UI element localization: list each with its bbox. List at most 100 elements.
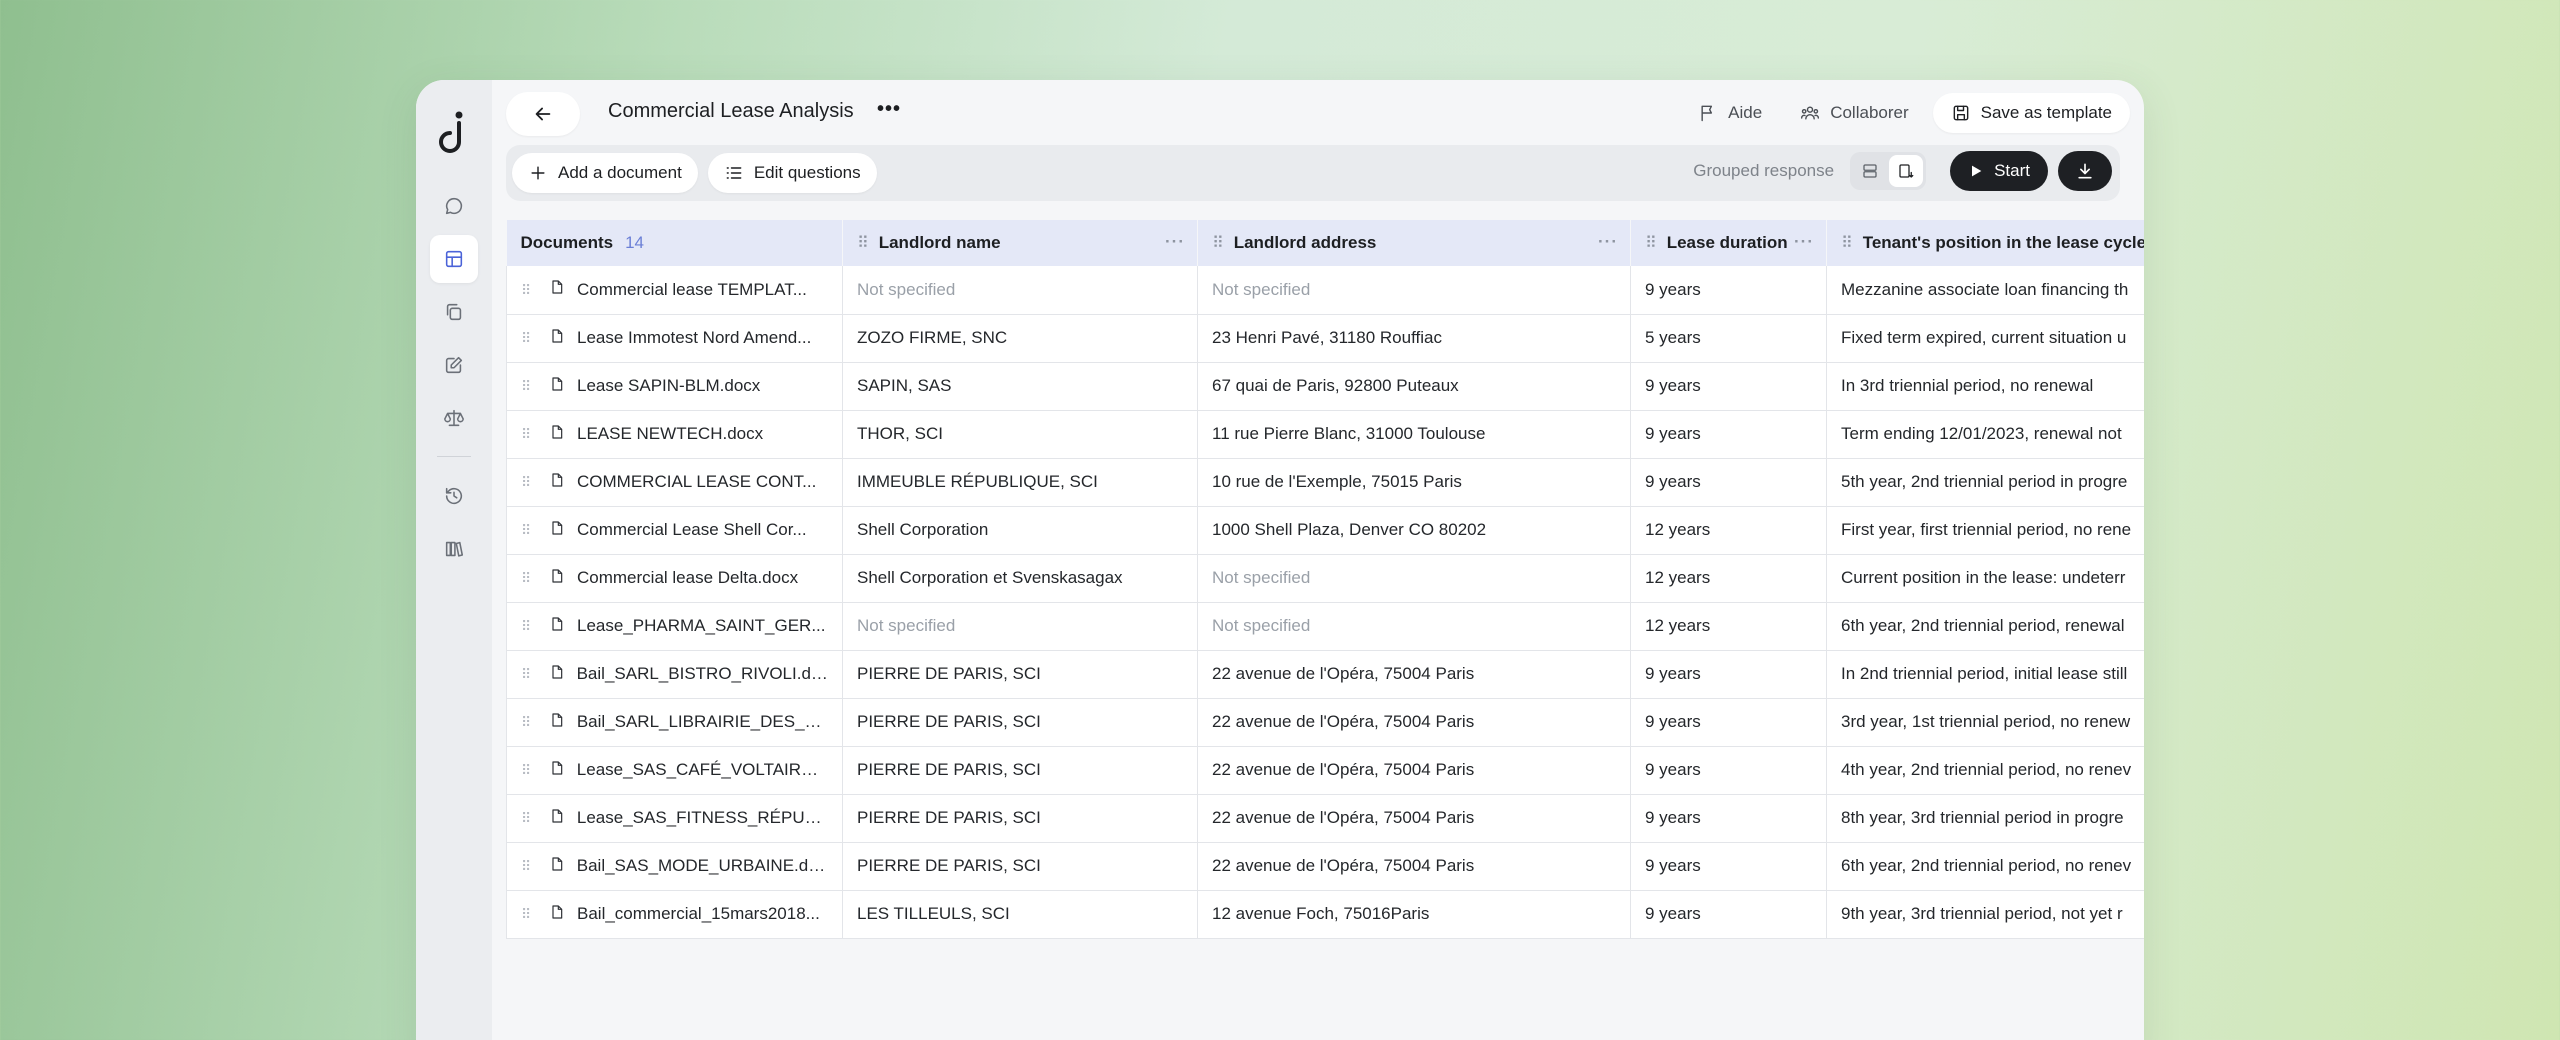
table-row[interactable]: ⠿ Lease_PHARMA_SAINT_GER... Not specified N…: [506, 602, 2144, 651]
column-header-lease-duration[interactable]: ⠿ Lease duration ···: [1630, 220, 1827, 266]
tenant-position-cell[interactable]: 6th year, 2nd triennial period, no renev: [1826, 842, 2144, 891]
document-cell[interactable]: ⠿ Lease SAPIN-BLM.docx: [506, 362, 843, 411]
landlord-address-cell[interactable]: Not specified: [1197, 554, 1631, 603]
lease-duration-cell[interactable]: 9 years: [1630, 266, 1827, 315]
tenant-position-cell[interactable]: 9th year, 3rd triennial period, not yet …: [1826, 890, 2144, 939]
table-row[interactable]: ⠿ Lease_SAS_FITNESS_RÉPUB... PIERRE DE PAR…: [506, 794, 2144, 843]
landlord-address-cell[interactable]: 10 rue de l'Exemple, 75015 Paris: [1197, 458, 1631, 507]
row-drag-handle-icon[interactable]: ⠿: [521, 715, 537, 729]
table-row[interactable]: ⠿ Bail_commercial_15mars2018... LES TILLEU…: [506, 890, 2144, 939]
document-cell[interactable]: ⠿ Bail_SARL_BISTRO_RIVOLI.do...: [506, 650, 843, 699]
column-header-documents[interactable]: Documents 14: [506, 220, 843, 266]
download-button[interactable]: [2058, 151, 2112, 191]
tenant-position-cell[interactable]: In 3rd triennial period, no renewal: [1826, 362, 2144, 411]
landlord-name-cell[interactable]: IMMEUBLE RÉPUBLIQUE, SCI: [842, 458, 1198, 507]
row-drag-handle-icon[interactable]: ⠿: [521, 907, 537, 921]
landlord-name-cell[interactable]: Not specified: [842, 602, 1198, 651]
lease-duration-cell[interactable]: 9 years: [1630, 794, 1827, 843]
table-row[interactable]: ⠿ Bail_SARL_LIBRAIRIE_DES_H... PIERRE DE P…: [506, 698, 2144, 747]
document-cell[interactable]: ⠿ LEASE NEWTECH.docx: [506, 410, 843, 459]
table-row[interactable]: ⠿ Lease_SAS_CAFÉ_VOLTAIRE.... PIERRE DE PA…: [506, 746, 2144, 795]
column-menu-icon[interactable]: ···: [1794, 232, 1814, 252]
rail-table-button[interactable]: [430, 235, 478, 283]
row-drag-handle-icon[interactable]: ⠿: [521, 811, 537, 825]
column-header-landlord-address[interactable]: ⠿ Landlord address ···: [1197, 220, 1631, 266]
lease-duration-cell[interactable]: 9 years: [1630, 458, 1827, 507]
add-document-button[interactable]: Add a document: [512, 153, 698, 193]
tenant-position-cell[interactable]: 5th year, 2nd triennial period in progre: [1826, 458, 2144, 507]
grouped-view-button[interactable]: [1889, 155, 1924, 187]
rail-scale-button[interactable]: [430, 394, 478, 442]
tenant-position-cell[interactable]: 6th year, 2nd triennial period, renewal: [1826, 602, 2144, 651]
landlord-address-cell[interactable]: 11 rue Pierre Blanc, 31000 Toulouse: [1197, 410, 1631, 459]
lease-duration-cell[interactable]: 12 years: [1630, 602, 1827, 651]
landlord-name-cell[interactable]: LES TILLEULS, SCI: [842, 890, 1198, 939]
landlord-name-cell[interactable]: PIERRE DE PARIS, SCI: [842, 650, 1198, 699]
start-button[interactable]: Start: [1950, 151, 2048, 191]
app-logo[interactable]: [428, 106, 480, 158]
document-cell[interactable]: ⠿ Lease_SAS_FITNESS_RÉPUB...: [506, 794, 843, 843]
row-drag-handle-icon[interactable]: ⠿: [521, 571, 537, 585]
table-row[interactable]: ⠿ Bail_SAS_MODE_URBAINE.do... PIERRE DE PA…: [506, 842, 2144, 891]
landlord-name-cell[interactable]: THOR, SCI: [842, 410, 1198, 459]
lease-duration-cell[interactable]: 9 years: [1630, 410, 1827, 459]
landlord-address-cell[interactable]: 1000 Shell Plaza, Denver CO 80202: [1197, 506, 1631, 555]
lease-duration-cell[interactable]: 9 years: [1630, 890, 1827, 939]
landlord-address-cell[interactable]: 22 avenue de l'Opéra, 75004 Paris: [1197, 746, 1631, 795]
rows-view-button[interactable]: [1853, 155, 1887, 187]
row-drag-handle-icon[interactable]: ⠿: [521, 619, 537, 633]
document-cell[interactable]: ⠿ Lease Immotest Nord Amend...: [506, 314, 843, 363]
landlord-name-cell[interactable]: PIERRE DE PARIS, SCI: [842, 794, 1198, 843]
document-cell[interactable]: ⠿ Commercial lease Delta.docx: [506, 554, 843, 603]
help-button[interactable]: Aide: [1684, 92, 1776, 134]
column-menu-icon[interactable]: ···: [1598, 232, 1618, 252]
tenant-position-cell[interactable]: First year, first triennial period, no r…: [1826, 506, 2144, 555]
document-cell[interactable]: ⠿ Lease_PHARMA_SAINT_GER...: [506, 602, 843, 651]
tenant-position-cell[interactable]: 4th year, 2nd triennial period, no renev: [1826, 746, 2144, 795]
row-drag-handle-icon[interactable]: ⠿: [521, 331, 537, 345]
lease-duration-cell[interactable]: 12 years: [1630, 506, 1827, 555]
landlord-name-cell[interactable]: PIERRE DE PARIS, SCI: [842, 698, 1198, 747]
rail-history-button[interactable]: [430, 472, 478, 520]
document-cell[interactable]: ⠿ Commercial Lease Shell Cor...: [506, 506, 843, 555]
save-template-button[interactable]: Save as template: [1932, 93, 2130, 133]
row-drag-handle-icon[interactable]: ⠿: [521, 667, 537, 681]
drag-handle-icon[interactable]: ⠿: [1212, 233, 1224, 253]
lease-duration-cell[interactable]: 5 years: [1630, 314, 1827, 363]
lease-duration-cell[interactable]: 12 years: [1630, 554, 1827, 603]
tenant-position-cell[interactable]: 8th year, 3rd triennial period in progre: [1826, 794, 2144, 843]
table-row[interactable]: ⠿ Lease Immotest Nord Amend... ZOZO FIRME,…: [506, 314, 2144, 363]
tenant-position-cell[interactable]: Fixed term expired, current situation u: [1826, 314, 2144, 363]
row-drag-handle-icon[interactable]: ⠿: [521, 859, 537, 873]
tenant-position-cell[interactable]: 3rd year, 1st triennial period, no renew: [1826, 698, 2144, 747]
landlord-name-cell[interactable]: PIERRE DE PARIS, SCI: [842, 842, 1198, 891]
tenant-position-cell[interactable]: Term ending 12/01/2023, renewal not: [1826, 410, 2144, 459]
landlord-address-cell[interactable]: 23 Henri Pavé, 31180 Rouffiac: [1197, 314, 1631, 363]
row-drag-handle-icon[interactable]: ⠿: [521, 523, 537, 537]
landlord-address-cell[interactable]: Not specified: [1197, 602, 1631, 651]
landlord-address-cell[interactable]: 12 avenue Foch, 75016Paris: [1197, 890, 1631, 939]
back-button[interactable]: [506, 92, 580, 136]
landlord-address-cell[interactable]: 22 avenue de l'Opéra, 75004 Paris: [1197, 842, 1631, 891]
rail-copy-button[interactable]: [430, 288, 478, 336]
table-row[interactable]: ⠿ Commercial Lease Shell Cor... Shell Corp…: [506, 506, 2144, 555]
row-drag-handle-icon[interactable]: ⠿: [521, 475, 537, 489]
column-menu-icon[interactable]: ···: [1165, 232, 1185, 252]
document-cell[interactable]: ⠿ Bail_SARL_LIBRAIRIE_DES_H...: [506, 698, 843, 747]
document-cell[interactable]: ⠿ Bail_commercial_15mars2018...: [506, 890, 843, 939]
lease-duration-cell[interactable]: 9 years: [1630, 650, 1827, 699]
landlord-name-cell[interactable]: Not specified: [842, 266, 1198, 315]
document-cell[interactable]: ⠿ Commercial lease TEMPLAT...: [506, 266, 843, 315]
landlord-name-cell[interactable]: SAPIN, SAS: [842, 362, 1198, 411]
landlord-name-cell[interactable]: PIERRE DE PARIS, SCI: [842, 746, 1198, 795]
row-drag-handle-icon[interactable]: ⠿: [521, 427, 537, 441]
landlord-name-cell[interactable]: Shell Corporation: [842, 506, 1198, 555]
row-drag-handle-icon[interactable]: ⠿: [521, 763, 537, 777]
drag-handle-icon[interactable]: ⠿: [857, 233, 869, 253]
column-header-tenant-position[interactable]: ⠿ Tenant's position in the lease cycle: [1826, 220, 2144, 266]
table-row[interactable]: ⠿ Bail_SARL_BISTRO_RIVOLI.do... PIERRE DE …: [506, 650, 2144, 699]
landlord-address-cell[interactable]: 22 avenue de l'Opéra, 75004 Paris: [1197, 698, 1631, 747]
row-drag-handle-icon[interactable]: ⠿: [521, 283, 537, 297]
tenant-position-cell[interactable]: In 2nd triennial period, initial lease s…: [1826, 650, 2144, 699]
lease-duration-cell[interactable]: 9 years: [1630, 842, 1827, 891]
